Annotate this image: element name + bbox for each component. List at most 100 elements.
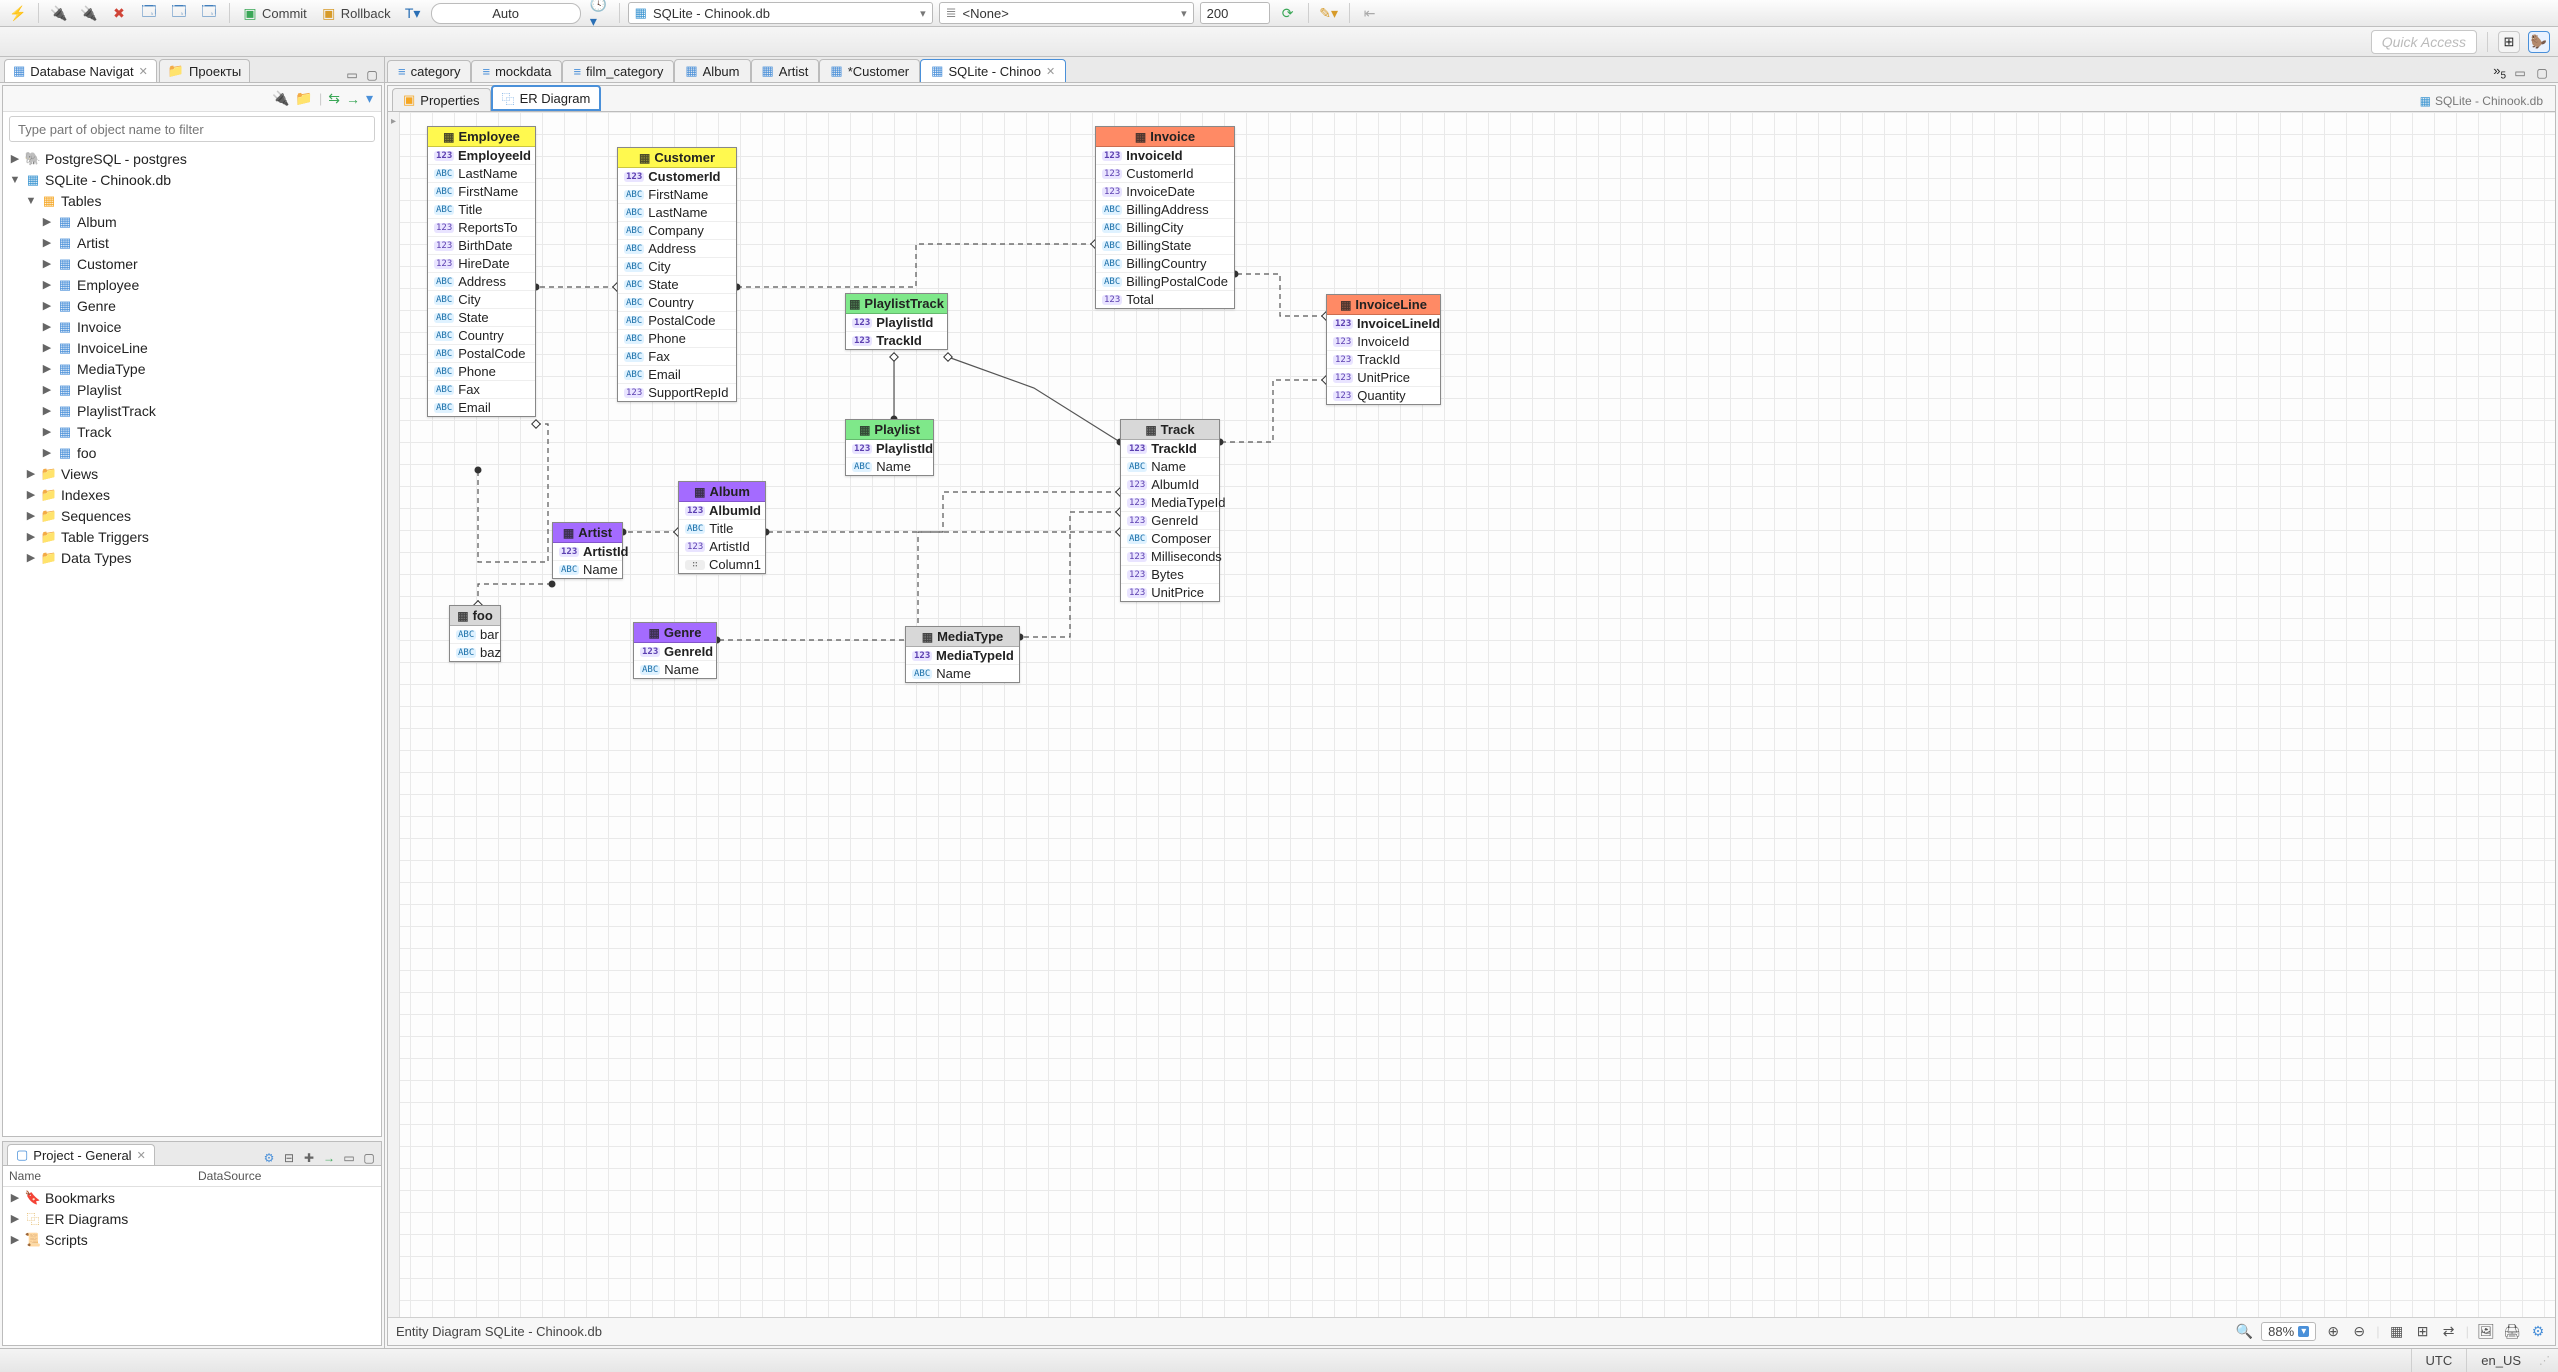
connect-icon[interactable]: 🔌 [47,3,71,23]
editor-tab-mockdata[interactable]: ≡mockdata [471,60,562,82]
entity-Customer[interactable]: ▦Customer123CustomerIdABCFirstNameABCLas… [617,147,737,402]
entity-Artist[interactable]: ▦Artist123ArtistIdABCName [552,522,623,579]
status-locale[interactable]: en_US [2466,1349,2535,1372]
txn-log-icon[interactable]: 🕓▾ [587,3,611,23]
refresh-icon[interactable]: ⟳ [1276,3,1300,23]
new-sql-icon[interactable]: 🗔 [197,3,221,23]
close-icon[interactable]: ✕ [139,65,148,78]
minimize-icon[interactable]: ▭ [344,68,360,82]
grid-icon[interactable]: ⊞ [2414,1323,2432,1341]
zoom-selector[interactable]: 88%▾ [2261,1322,2316,1341]
restore-icon[interactable]: ⇤ [1358,3,1382,23]
zoom-in-icon[interactable]: ⊕ [2324,1323,2342,1341]
invalidate-icon[interactable]: ✖ [107,3,131,23]
new-icon[interactable]: ✚ [301,1151,317,1165]
print-icon[interactable]: 🖨 [2503,1323,2521,1341]
entity-Track[interactable]: ▦Track123TrackIdABCName123AlbumId123Medi… [1120,419,1220,602]
project-tree[interactable]: ▶🔖Bookmarks▶⿻ER Diagrams▶📜Scripts [3,1187,381,1345]
resize-grip-icon[interactable]: ⋰ [2535,1354,2554,1367]
maximize-icon[interactable]: ▢ [2534,66,2550,80]
disconnect-icon[interactable]: 🔌 [77,3,101,23]
nav-filter-input[interactable] [9,116,375,142]
link-icon[interactable]: → [321,1151,337,1165]
project-item-scripts[interactable]: ▶📜Scripts [3,1229,381,1250]
canvas-gutter[interactable]: ▸ [388,112,400,1317]
entity-InvoiceLine[interactable]: ▦InvoiceLine123InvoiceLineId123InvoiceId… [1326,294,1441,405]
tree-node-folder-Data-Types[interactable]: ▶📁Data Types [3,547,381,568]
project-item-bookmarks[interactable]: ▶🔖Bookmarks [3,1187,381,1208]
tree-node-table-Employee[interactable]: ▶▦Employee [3,274,381,295]
commit-button[interactable]: ▣Commit [238,3,311,23]
schema-combo[interactable]: ≣<None>▾ [939,2,1194,24]
collapse-icon[interactable]: ⇆ [328,90,340,107]
tabs-overflow-icon[interactable]: »5 [2493,63,2506,82]
tree-node-tables[interactable]: ▼▦Tables [3,190,381,211]
tree-node-table-Playlist[interactable]: ▶▦Playlist [3,379,381,400]
new-folder-icon[interactable]: 📁 [295,90,312,107]
search-icon[interactable]: 🔍 [2235,1323,2253,1341]
tab-er-diagram[interactable]: ⿻ER Diagram [491,85,602,111]
config-icon[interactable]: ⚙ [261,1151,277,1165]
entity-Invoice[interactable]: ▦Invoice123InvoiceId123CustomerId123Invo… [1095,126,1235,309]
tree-node-table-foo[interactable]: ▶▦foo [3,442,381,463]
tree-node-table-PlaylistTrack[interactable]: ▶▦PlaylistTrack [3,400,381,421]
status-timezone[interactable]: UTC [2411,1349,2467,1372]
er-diagram-canvas[interactable]: ▸ ▦Employee123EmployeeIdABCLastNameABCFi… [388,112,2555,1317]
tree-node-table-Customer[interactable]: ▶▦Customer [3,253,381,274]
collapse-icon[interactable]: ⊟ [281,1151,297,1165]
editor-tab--Customer[interactable]: ▦*Customer [819,59,920,82]
editor-tab-SQLite-Chinoo[interactable]: ▦SQLite - Chinoo✕ [920,59,1066,82]
tree-node-table-InvoiceLine[interactable]: ▶▦InvoiceLine [3,337,381,358]
database-tree[interactable]: ▶🐘PostgreSQL - postgres▼▦SQLite - Chinoo… [3,146,381,1136]
datasource-combo[interactable]: ▦SQLite - Chinook.db▾ [628,2,933,24]
layout-icon[interactable]: ⇄ [2440,1323,2458,1341]
tree-node-folder-Table-Triggers[interactable]: ▶📁Table Triggers [3,526,381,547]
entity-Employee[interactable]: ▦Employee123EmployeeIdABCLastNameABCFirs… [427,126,536,417]
maximize-icon[interactable]: ▢ [364,68,380,82]
tree-node-table-Track[interactable]: ▶▦Track [3,421,381,442]
zoom-out-icon[interactable]: ⊖ [2350,1323,2368,1341]
tab-database-navigator[interactable]: ▦Database Navigat✕ [4,59,157,82]
tree-node-folder-Views[interactable]: ▶📁Views [3,463,381,484]
new-connection-icon[interactable]: ⚡ [6,3,30,23]
tree-node-folder-Indexes[interactable]: ▶📁Indexes [3,484,381,505]
quick-access[interactable]: Quick Access [2371,30,2477,54]
tab-project-general[interactable]: ▢Project - General✕ [7,1144,155,1165]
export-icon[interactable]: 🖼 [2477,1323,2495,1341]
entity-Album[interactable]: ▦Album123AlbumIdABCTitle123ArtistId∷Colu… [678,481,766,574]
max-rows-input[interactable] [1200,2,1270,24]
close-icon[interactable]: ✕ [137,1149,146,1162]
recent-sql-icon[interactable]: 🗔 [167,3,191,23]
tree-node-sqlite[interactable]: ▼▦SQLite - Chinook.db [3,169,381,190]
fit-icon[interactable]: ▦ [2388,1323,2406,1341]
close-icon[interactable]: ✕ [1046,65,1055,78]
maximize-icon[interactable]: ▢ [361,1151,377,1165]
txn-mode-icon[interactable]: T▾ [401,3,425,23]
editor-tab-film_category[interactable]: ≡film_category [562,60,674,82]
highlight-icon[interactable]: ✎▾ [1317,3,1341,23]
commit-mode-selector[interactable]: Auto [431,3,581,24]
project-item-er-diagrams[interactable]: ▶⿻ER Diagrams [3,1208,381,1229]
minimize-icon[interactable]: ▭ [341,1151,357,1165]
minimize-icon[interactable]: ▭ [2512,66,2528,80]
tab-projects[interactable]: 📁Проекты [159,59,250,82]
tree-node-table-Album[interactable]: ▶▦Album [3,211,381,232]
connect-icon[interactable]: 🔌 [272,90,289,107]
tree-node-table-Genre[interactable]: ▶▦Genre [3,295,381,316]
tab-properties[interactable]: ▣Properties [392,88,491,111]
dbeaver-perspective-icon[interactable]: 🦫 [2528,31,2550,53]
tree-node-table-Invoice[interactable]: ▶▦Invoice [3,316,381,337]
tree-node-folder-Sequences[interactable]: ▶📁Sequences [3,505,381,526]
entity-MediaType[interactable]: ▦MediaType123MediaTypeIdABCName [905,626,1020,683]
entity-Playlist[interactable]: ▦Playlist123PlaylistIdABCName [845,419,934,476]
entity-foo[interactable]: ▦fooABCbarABCbaz [449,605,501,662]
tree-node-table-Artist[interactable]: ▶▦Artist [3,232,381,253]
entity-Genre[interactable]: ▦Genre123GenreIdABCName [633,622,717,679]
entity-PlaylistTrack[interactable]: ▦PlaylistTrack123PlaylistId123TrackId [845,293,948,350]
link-editor-icon[interactable]: → [346,91,360,107]
tree-node-postgres[interactable]: ▶🐘PostgreSQL - postgres [3,148,381,169]
editor-tab-Artist[interactable]: ▦Artist [751,59,820,82]
view-menu-icon[interactable]: ▾ [366,90,373,107]
open-perspective-icon[interactable]: ⊞ [2498,31,2520,53]
editor-tab-category[interactable]: ≡category [387,60,471,82]
